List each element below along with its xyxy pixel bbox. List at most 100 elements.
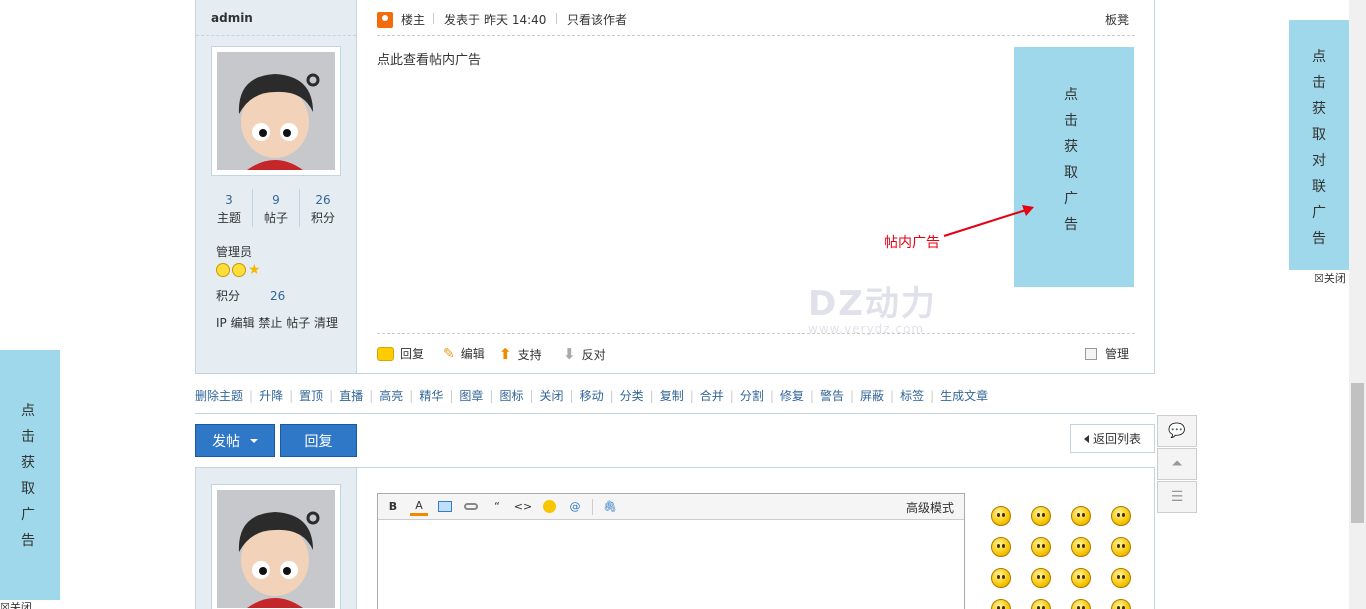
ad-char: 广 [21,507,35,523]
smiley-icon[interactable] [1071,537,1091,557]
smiley-icon[interactable] [991,568,1011,588]
scrollbar-thumb[interactable] [1351,383,1364,523]
ad-char: 击 [21,429,35,445]
couplet-close-right[interactable]: ☒关闭 [1314,270,1346,286]
stat-threads[interactable]: 3 主题 [206,189,253,227]
stat-credits[interactable]: 26 积分 [300,189,346,227]
smiley-panel [991,506,1141,609]
moderator-link[interactable]: 图标 [499,387,523,404]
ad-char: 点 [1064,87,1078,103]
support-button[interactable]: ⬆ 支持 [499,345,542,363]
post-content[interactable]: 点此查看帖内广告 [377,49,481,68]
watermark: DZ动力 [808,284,937,324]
moderator-link[interactable]: 警告 [820,387,844,404]
couplet-ad-left[interactable]: 点 击 获 取 广 告 [0,350,60,600]
quote-icon[interactable]: “ [488,498,506,516]
moderator-link[interactable]: 直播 [339,387,363,404]
smiley-icon[interactable] [1031,506,1051,526]
smiley-icon[interactable] [1111,568,1131,588]
edit-button[interactable]: ✎ 编辑 [443,345,485,362]
in-post-ad[interactable]: 点 击 获 取 广 告 [1014,47,1134,287]
smiley-icon[interactable] [991,537,1011,557]
smiley-icon[interactable] [1031,537,1051,557]
couplet-ad-right[interactable]: 点 击 获 取 对 联 广 告 [1289,20,1349,270]
at-icon[interactable]: @ [566,498,584,516]
smiley-icon[interactable] [991,506,1011,526]
moderator-link[interactable]: 屏蔽 [860,387,884,404]
moderator-link[interactable]: 分类 [620,387,644,404]
moderator-link[interactable]: 生成文章 [940,387,988,404]
back-to-top-icon[interactable]: ⏶ [1157,448,1197,480]
moderator-link[interactable]: 精华 [419,387,443,404]
reply-button[interactable]: 回复 [377,345,424,362]
moderator-link[interactable]: 删除主题 [195,387,243,404]
floor-owner-icon [377,12,393,28]
font-color-icon[interactable]: A [410,498,428,516]
ad-char: 取 [1312,127,1326,143]
code-icon[interactable]: <> [514,498,532,516]
back-to-list-button[interactable]: 返回列表 [1070,424,1155,453]
ad-char: 击 [1064,113,1078,129]
attachment-icon[interactable]: 🖇 [601,498,619,516]
moderator-link[interactable]: 复制 [660,387,684,404]
chevron-down-icon [250,438,258,443]
avatar[interactable] [211,46,341,176]
smiley-icon[interactable] [1031,568,1051,588]
smiley-icon[interactable] [1111,537,1131,557]
smiley-icon[interactable] [1071,506,1091,526]
font-color-glyph: A [415,498,423,512]
smiley-icon[interactable] [540,498,558,516]
scrollbar[interactable] [1349,0,1366,609]
separator: | [769,388,774,403]
user-group[interactable]: 管理员 [216,243,252,260]
floor-seat-link[interactable]: 板凳 [1105,11,1129,28]
moderator-link[interactable]: 关闭 [540,387,564,404]
side-toolbar: 💬 ⏶ ☰ [1157,415,1198,514]
credit-row: 积分 26 [216,287,285,304]
moderator-link[interactable]: 升降 [259,387,283,404]
smiley-icon[interactable] [1111,599,1131,609]
moderator-link[interactable]: 分割 [740,387,764,404]
moderator-link[interactable]: 修复 [780,387,804,404]
reply-editor[interactable]: B A “ <> @ 🖇 高级模式 [377,493,965,609]
moderator-link[interactable]: 高亮 [379,387,403,404]
avatar[interactable] [211,484,341,609]
moderator-link[interactable]: 移动 [580,387,604,404]
separator: | [489,388,494,403]
moderator-link[interactable]: 置顶 [299,387,323,404]
smiley-icon[interactable] [1111,506,1131,526]
ad-char: 获 [1064,139,1078,155]
manage-toggle[interactable]: 管理 [1084,345,1129,362]
separator [433,13,434,24]
list-icon[interactable]: ☰ [1157,481,1197,513]
oppose-button[interactable]: ⬇ 反对 [563,345,606,363]
separator [592,498,593,515]
quick-reply-icon[interactable]: 💬 [1157,415,1197,447]
author-name[interactable]: admin [211,11,253,25]
edit-label: 编辑 [460,347,485,361]
bold-icon[interactable]: B [384,498,402,516]
smiley-icon[interactable] [1071,568,1091,588]
moderator-link[interactable]: 合并 [700,387,724,404]
stat-posts[interactable]: 9 帖子 [253,189,300,227]
image-icon[interactable] [436,498,454,516]
floor-label: 楼主 [401,13,426,27]
couplet-close-left[interactable]: ☒关闭 [0,599,32,609]
new-post-button[interactable]: 发帖 [195,424,275,457]
moderator-link[interactable]: 图章 [459,387,483,404]
manage-checkbox[interactable] [1084,347,1097,360]
link-icon[interactable] [462,498,480,516]
admin-user-ops[interactable]: IP 编辑 禁止 帖子 清理 [216,314,338,331]
ad-char: 告 [1312,231,1326,247]
smiley-icon[interactable] [991,599,1011,609]
smiley-icon[interactable] [1071,599,1091,609]
post-first-floor: admin 3 主题 9 帖子 26 积分 管理员 ★ 积分 26 IP 编辑 … [195,0,1155,374]
moderator-link[interactable]: 标签 [900,387,924,404]
smiley-icon[interactable] [1031,599,1051,609]
advanced-mode-link[interactable]: 高级模式 [906,499,954,516]
post-footer: 回复 ✎ 编辑 ⬆ 支持 ⬇ 反对 管理 [377,333,1135,373]
credit-value[interactable]: 26 [270,289,285,303]
reply-main-button[interactable]: 回复 [280,424,357,457]
only-author-link[interactable]: 只看该作者 [567,11,627,28]
ad-text: 点 击 获 取 广 告 [1064,82,1078,238]
